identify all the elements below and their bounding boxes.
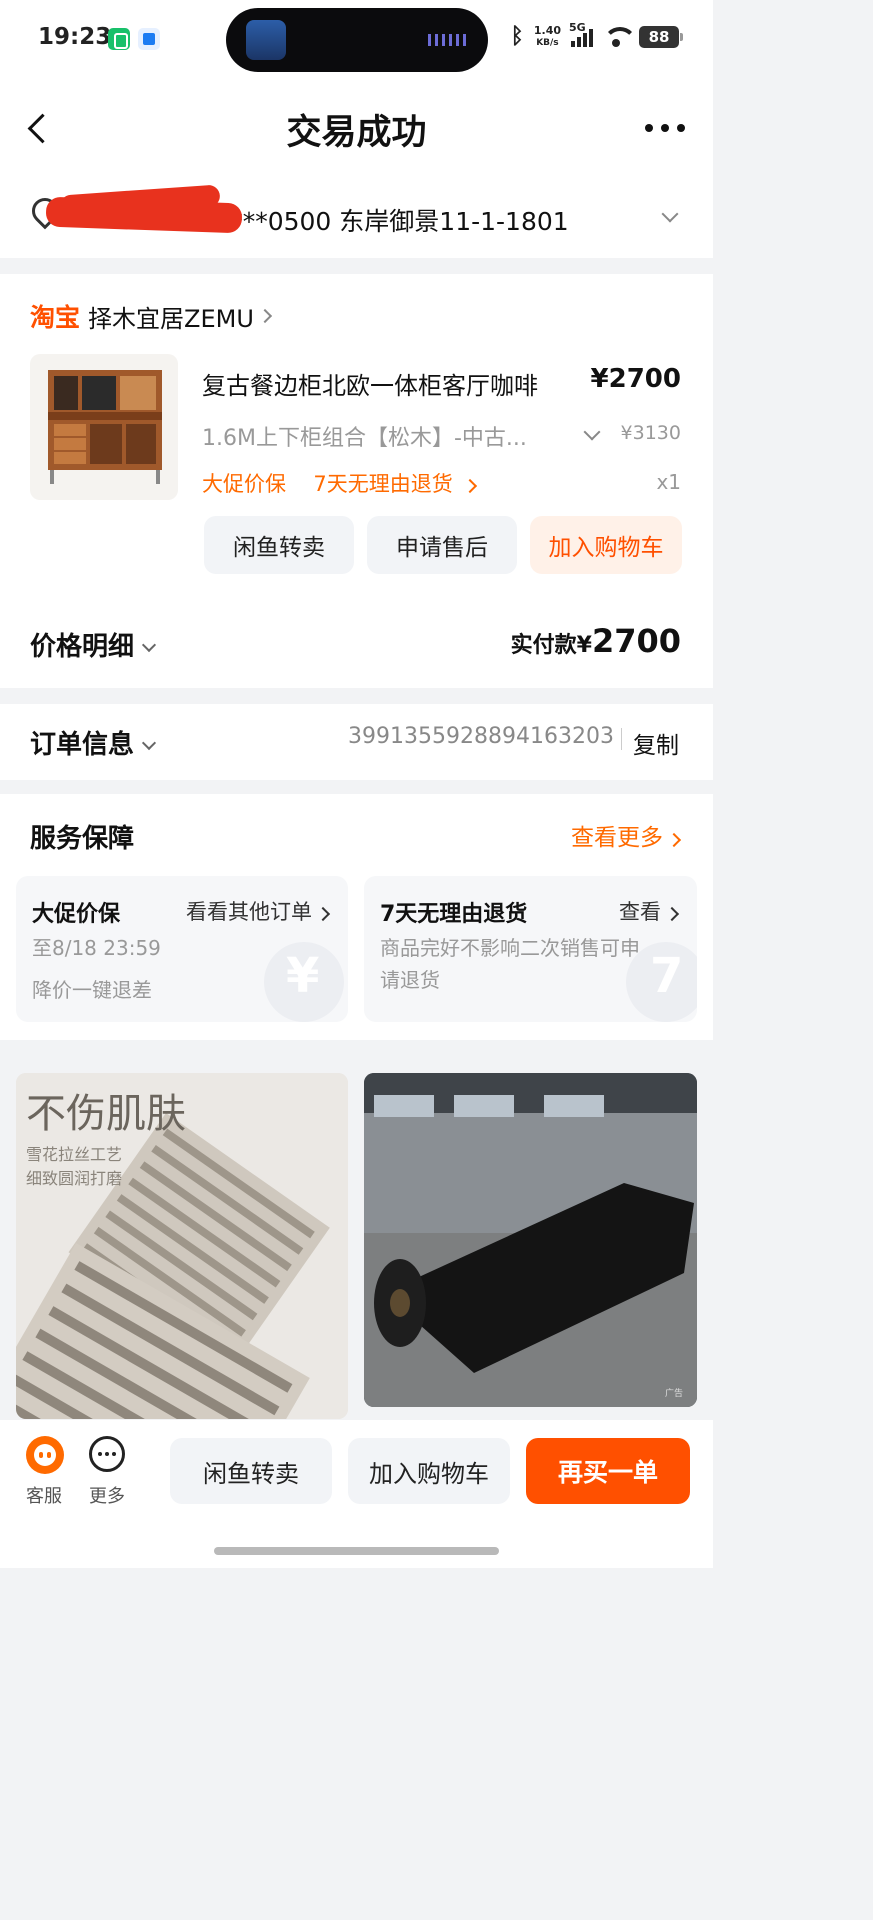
battery-icon: 88 <box>639 25 683 48</box>
taobao-logo: 淘宝 <box>30 303 81 332</box>
svc-title: 大促价保 <box>32 902 121 927</box>
recommend-item-drain-cover[interactable]: 不伤肌肤 雪花拉丝工艺 细致圆润打磨 <box>16 1073 348 1419</box>
address-row[interactable]: 152****0500 东岸御景11-1-1801 <box>0 180 713 258</box>
paid-amount: 实付款¥2700 <box>510 622 681 660</box>
tag-price-protect: 大促价保 <box>202 472 286 496</box>
media-thumbnail <box>246 20 286 60</box>
shop-header[interactable]: 淘宝 择木宜居ZEMU <box>30 298 272 334</box>
after-sale-button[interactable]: 申请售后 <box>367 516 517 574</box>
order-info-label[interactable]: 订单信息 <box>30 724 157 761</box>
view-other-orders-link[interactable]: 看看其他订单 <box>186 896 331 926</box>
sku-chevron-down-icon <box>583 423 601 441</box>
page-title: 交易成功 <box>286 113 427 153</box>
price-protect-box[interactable]: ¥ 大促价保 看看其他订单 至8/18 23:59 降价一键退差 <box>16 876 348 1022</box>
watermark-glyph: ¥ <box>286 948 320 1004</box>
rubber-roll-illustration <box>364 1073 697 1407</box>
order-number: 3991355928894163203 <box>348 724 614 749</box>
ad-headline: 不伤肌肤 <box>26 1091 186 1137</box>
customer-service-label[interactable]: 客服 <box>26 1482 62 1508</box>
dynamic-island <box>226 8 488 72</box>
more-icon[interactable] <box>89 1436 125 1472</box>
net-speed: 1.40 KB/s <box>533 23 561 48</box>
shop-name: 择木宜居ZEMU <box>88 304 254 333</box>
buy-again-button[interactable]: 再买一单 <box>526 1438 690 1504</box>
product-price: ¥2700 <box>590 364 681 394</box>
status-time: 19:23 <box>38 24 112 50</box>
wifi-icon <box>603 27 629 47</box>
svc-deadline: 至8/18 23:59 <box>32 936 161 960</box>
ad-label: 广告 <box>664 1389 683 1399</box>
product-title[interactable]: 复古餐边柜北欧一体柜客厅咖啡 <box>202 366 538 401</box>
nav-bar: 交易成功 <box>0 80 713 180</box>
add-to-cart-button[interactable]: 加入购物车 <box>530 516 682 574</box>
product-image[interactable] <box>30 354 178 500</box>
cellular-signal-icon: 5G <box>569 21 593 47</box>
bottom-action-bar: 客服 更多 闲鱼转卖 加入购物车 再买一单 <box>0 1420 713 1568</box>
chevron-down-icon <box>141 735 157 751</box>
service-guarantee-card: 服务保障 查看更多 ¥ 大促价保 看看其他订单 至8/18 23:59 降价一键… <box>0 794 713 1040</box>
chevron-right-icon <box>463 478 478 494</box>
price-detail-row[interactable]: 价格明细 实付款¥2700 <box>0 592 713 688</box>
original-price: ¥3130 <box>620 422 681 444</box>
cabinet-illustration <box>48 370 162 484</box>
phone-app-icon <box>108 28 130 50</box>
order-info-row: 订单信息 3991355928894163203 复制 <box>0 704 713 780</box>
resell-button[interactable]: 闲鱼转卖 <box>204 516 354 574</box>
view-link[interactable]: 查看 <box>619 896 680 926</box>
status-bar: 19:23 ᛒ 1.40 KB/s 5G 88 <box>0 0 713 80</box>
watermark-glyph: 7 <box>650 948 684 1004</box>
product-sku[interactable]: 1.6M上下柜组合【松木】-中古... <box>202 420 527 452</box>
see-more-link[interactable]: 查看更多 <box>571 818 682 852</box>
more-options-icon[interactable] <box>645 124 685 132</box>
resell-button[interactable]: 闲鱼转卖 <box>170 1438 332 1504</box>
svc-desc-line2: 请退货 <box>380 968 440 992</box>
svc-title: 7天无理由退货 <box>380 902 528 927</box>
product-quantity: x1 <box>656 470 681 494</box>
ad-sub1: 雪花拉丝工艺 <box>26 1145 123 1164</box>
home-indicator[interactable] <box>214 1547 499 1555</box>
app-notification-icon <box>138 28 160 50</box>
redaction-mark <box>45 196 243 234</box>
free-return-box[interactable]: 7 7天无理由退货 查看 商品完好不影响二次销售可申 请退货 <box>364 876 697 1022</box>
chevron-right-icon <box>257 308 272 324</box>
service-tags[interactable]: 大促价保 7天无理由退货 <box>202 468 478 498</box>
tag-free-return: 7天无理由退货 <box>313 472 453 496</box>
add-to-cart-button[interactable]: 加入购物车 <box>348 1438 510 1504</box>
svc-desc: 降价一键退差 <box>32 978 152 1002</box>
recommend-item-rubber-roll[interactable]: 广告 <box>364 1073 697 1407</box>
svc-desc-line1: 商品完好不影响二次销售可申 <box>380 936 640 960</box>
divider <box>621 728 622 750</box>
order-product-card: 淘宝 择木宜居ZEMU 复古餐边柜北欧一体柜客厅咖啡 ¥2700 1.6M上下柜… <box>0 274 713 592</box>
service-title: 服务保障 <box>30 824 135 854</box>
status-indicators: ᛒ 1.40 KB/s 5G 88 <box>510 21 683 49</box>
chevron-down-icon <box>141 637 157 653</box>
customer-service-icon[interactable] <box>26 1436 64 1474</box>
more-label[interactable]: 更多 <box>89 1482 125 1508</box>
audio-wave-icon <box>428 34 468 46</box>
ad-sub2: 细致圆润打磨 <box>26 1169 123 1188</box>
price-detail-label: 价格明细 <box>30 626 157 663</box>
bluetooth-icon: ᛒ <box>510 24 524 49</box>
chevron-down-icon <box>661 205 679 223</box>
copy-button[interactable]: 复制 <box>633 726 679 760</box>
